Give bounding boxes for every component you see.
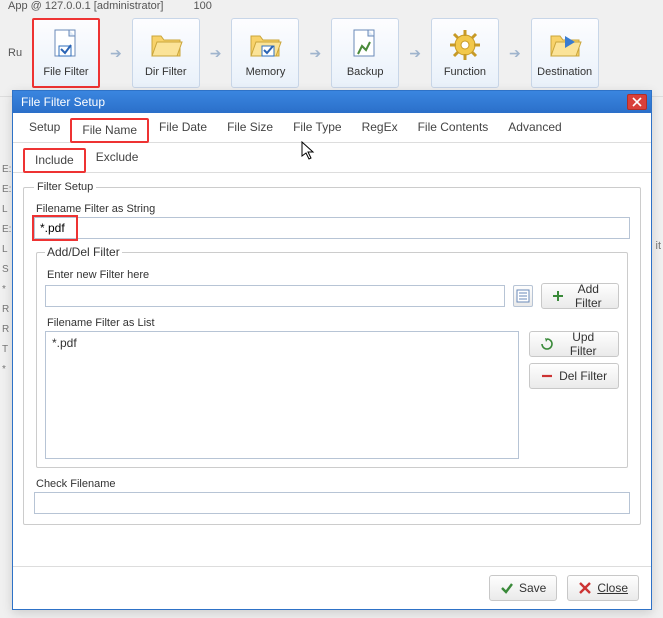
subtab-exclude[interactable]: Exclude	[86, 147, 149, 172]
dialog-subtabs: Include Exclude	[13, 143, 651, 173]
check-filename-label: Check Filename	[36, 478, 630, 490]
ribbon-arrow-icon: ➔	[309, 45, 321, 62]
app-number: 100	[193, 0, 211, 14]
cursor-icon	[301, 141, 317, 164]
tab-file-date[interactable]: File Date	[149, 117, 217, 142]
ribbon-memory[interactable]: Memory	[231, 18, 299, 88]
enter-filter-label: Enter new Filter here	[47, 269, 619, 281]
ribbon-arrow-icon: ➔	[210, 45, 222, 62]
refresh-icon	[540, 337, 553, 351]
tab-file-name[interactable]: File Name	[70, 118, 149, 143]
ribbon-arrow-icon: ➔	[110, 45, 122, 62]
dialog-footer: Save Close	[13, 566, 651, 609]
add-filter-button[interactable]: Add Filter	[541, 283, 619, 309]
ribbon-dir-filter[interactable]: Dir Filter	[132, 18, 200, 88]
filter-listbox[interactable]: *.pdf	[45, 331, 519, 459]
list-icon	[516, 289, 530, 303]
filter-setup-fieldset: Filter Setup Filename Filter as String A…	[23, 181, 641, 525]
tab-setup[interactable]: Setup	[19, 117, 70, 142]
filter-setup-legend: Filter Setup	[34, 181, 96, 193]
plus-icon	[552, 289, 564, 303]
dialog-titlebar[interactable]: File Filter Setup	[13, 91, 651, 113]
enter-filter-input[interactable]	[45, 285, 505, 307]
ribbon-destination[interactable]: Destination	[531, 18, 599, 88]
file-filter-icon	[48, 28, 84, 62]
list-label: Filename Filter as List	[47, 317, 619, 329]
ribbon-label: Destination	[537, 66, 592, 78]
x-icon	[578, 581, 592, 595]
side-text-right: it	[656, 240, 662, 252]
file-filter-dialog: File Filter Setup Setup File Name File D…	[12, 90, 652, 610]
minus-icon	[540, 369, 554, 383]
dialog-tabs: Setup File Name File Date File Size File…	[13, 113, 651, 143]
side-text-column: E:E:LE:LS*RRT*	[2, 160, 12, 380]
app-title: App @ 127.0.0.1 [administrator]	[8, 0, 163, 14]
del-filter-button[interactable]: Del Filter	[529, 363, 619, 389]
tab-file-size[interactable]: File Size	[217, 117, 283, 142]
ribbon-backup[interactable]: Backup	[331, 18, 399, 88]
ribbon-label: File Filter	[43, 66, 88, 78]
ribbon-label: Dir Filter	[145, 66, 187, 78]
ribbon-bar: Ru File Filter ➔ Dir Filter ➔ Memory ➔ B…	[0, 14, 663, 97]
dialog-title: File Filter Setup	[21, 95, 105, 109]
tab-advanced[interactable]: Advanced	[498, 117, 571, 142]
ribbon-function[interactable]: Function	[431, 18, 499, 88]
destination-icon	[547, 28, 583, 62]
run-label: Ru	[8, 47, 22, 59]
backup-icon	[347, 28, 383, 62]
upd-filter-button[interactable]: Upd Filter	[529, 331, 619, 357]
ribbon-label: Function	[444, 66, 486, 78]
adddel-fieldset: Add/Del Filter Enter new Filter here Add…	[36, 245, 628, 468]
gear-icon	[447, 28, 483, 62]
memory-icon	[247, 28, 283, 62]
save-button[interactable]: Save	[489, 575, 557, 601]
check-icon	[500, 581, 514, 595]
ribbon-label: Memory	[246, 66, 286, 78]
tab-regex[interactable]: RegEx	[352, 117, 408, 142]
filter-string-label: Filename Filter as String	[36, 203, 630, 215]
subtab-include[interactable]: Include	[23, 148, 86, 173]
list-item[interactable]: *.pdf	[52, 336, 512, 350]
ribbon-arrow-icon: ➔	[509, 45, 521, 62]
tab-file-contents[interactable]: File Contents	[408, 117, 499, 142]
close-button[interactable]: Close	[567, 575, 639, 601]
filter-string-input[interactable]	[34, 217, 630, 239]
ribbon-file-filter[interactable]: File Filter	[32, 18, 100, 88]
tab-file-type[interactable]: File Type	[283, 117, 351, 142]
browse-button[interactable]	[513, 285, 533, 307]
ribbon-label: Backup	[347, 66, 384, 78]
app-header: App @ 127.0.0.1 [administrator] 100	[0, 0, 663, 14]
check-filename-input[interactable]	[34, 492, 630, 514]
adddel-legend: Add/Del Filter	[45, 245, 122, 259]
folder-icon	[148, 28, 184, 62]
close-icon[interactable]	[627, 94, 647, 110]
ribbon-arrow-icon: ➔	[409, 45, 421, 62]
